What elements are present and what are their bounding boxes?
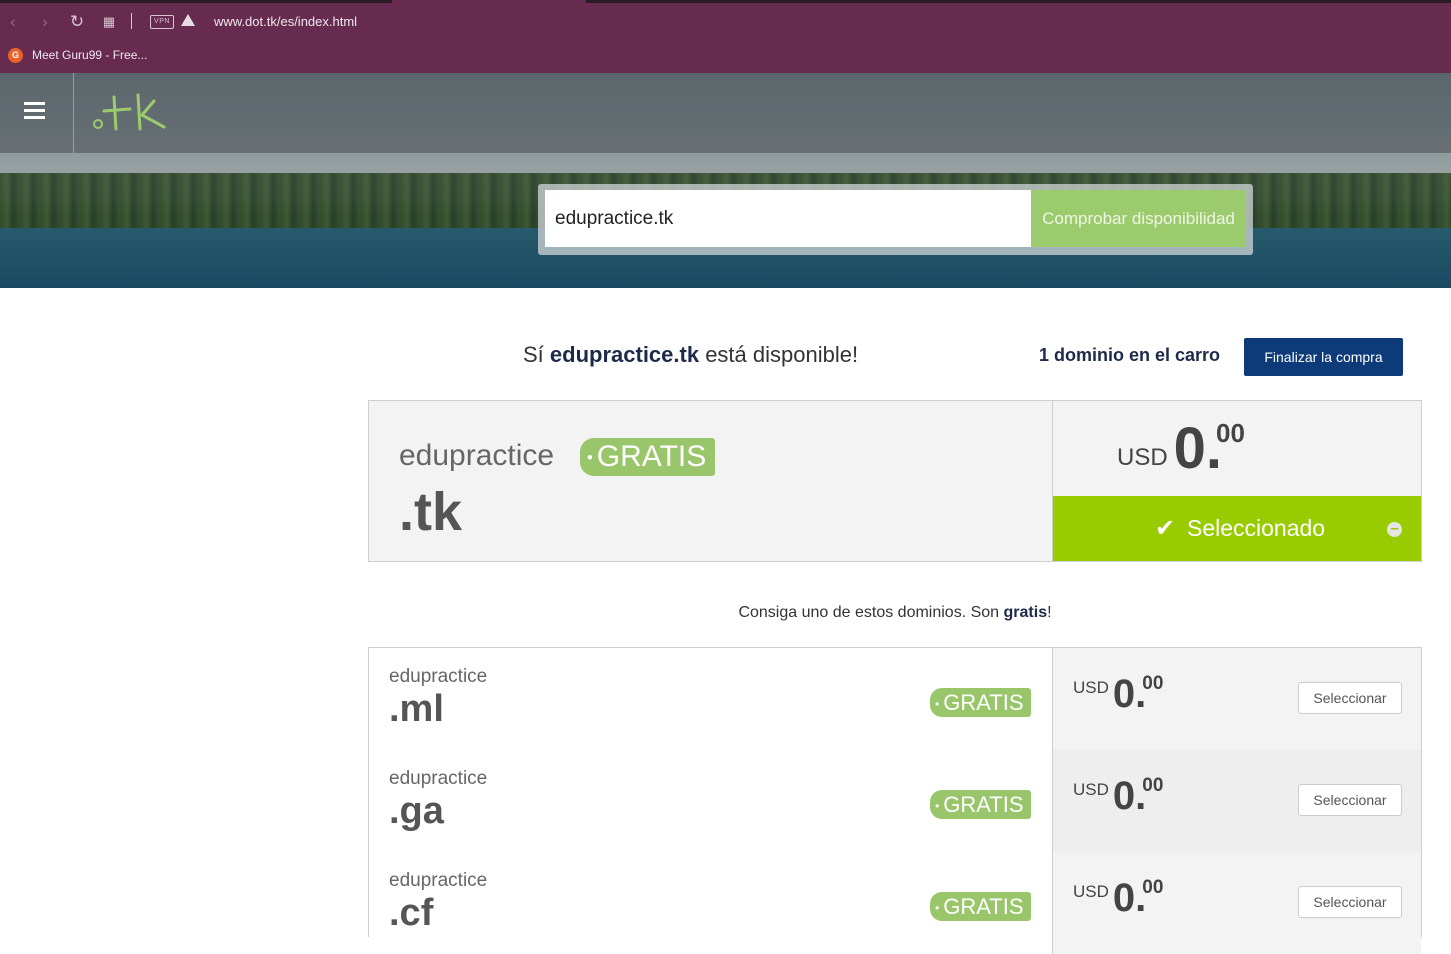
bookmark-link[interactable]: Meet Guru99 - Free... (32, 48, 147, 62)
hamburger-icon[interactable] (24, 102, 45, 120)
price-decimal: 00 (1142, 877, 1164, 898)
price: USD 0.00 (1073, 774, 1163, 819)
list-item: edupractice .ml • GRATIS USD 0.00 Seleccio… (369, 648, 1421, 750)
price-currency: USD (1073, 678, 1109, 697)
price: USD 0.00 (1117, 415, 1245, 482)
selected-label: Seleccionado (1187, 515, 1326, 541)
toolbar-separator (131, 13, 132, 29)
domain-search-input[interactable]: edupractice.tk (545, 190, 1031, 247)
domain-name: edupractice (389, 768, 488, 789)
free-badge: • GRATIS (580, 438, 716, 476)
list-item: edupractice .cf • GRATIS USD 0.00 Seleccio… (369, 852, 1421, 954)
availability-domain: edupractice.tk (549, 342, 700, 367)
domain-tld: .ml (389, 688, 444, 730)
warning-icon[interactable] (181, 14, 195, 26)
price-integer: 0. (1173, 416, 1223, 481)
checkout-button[interactable]: Finalizar la compra (1244, 338, 1403, 376)
badge-dot: • (935, 696, 940, 711)
list-item-info: edupractice .ml • GRATIS (369, 648, 1052, 750)
price-currency: USD (1117, 444, 1168, 471)
badge-dot: • (587, 449, 593, 468)
alternatives-intro-bold: gratis (1003, 604, 1048, 621)
badge-dot: • (935, 900, 940, 915)
price-currency: USD (1073, 882, 1109, 901)
check-icon: ✔ (1155, 515, 1176, 542)
forward-icon[interactable]: › (35, 12, 55, 32)
alternatives-intro-prefix: Consiga uno de estos dominios. Son (738, 604, 1004, 621)
tabs-grid-icon[interactable]: ▦ (99, 12, 119, 32)
list-item-info: edupractice .cf • GRATIS (369, 852, 1052, 954)
tab-strip (0, 0, 1451, 3)
badge-dot: • (935, 798, 940, 813)
list-item-price: USD 0.00 Seleccionar (1052, 750, 1421, 852)
back-icon[interactable]: ‹ (3, 12, 23, 32)
bookmark-favicon-icon: G (8, 48, 23, 63)
selected-domain-info: edupractice • GRATIS .tk (369, 401, 1052, 561)
price: USD 0.00 (1073, 876, 1163, 921)
select-button[interactable]: Seleccionar (1298, 886, 1402, 918)
vpn-badge[interactable]: VPN (150, 15, 174, 29)
price: USD 0.00 (1073, 672, 1163, 717)
free-badge: • GRATIS (930, 790, 1031, 819)
badge-label: GRATIS (943, 792, 1024, 817)
badge-label: GRATIS (943, 690, 1024, 715)
domain-name: edupractice (389, 666, 488, 687)
selected-domain-card: edupractice • GRATIS .tk USD 0.00 ✔ Selecc… (368, 400, 1422, 562)
minus-circle-icon[interactable]: – (1387, 521, 1402, 537)
dot-tk-logo[interactable] (90, 91, 170, 135)
free-badge: • GRATIS (930, 688, 1031, 717)
alternatives-intro: Consiga uno de estos dominios. Son grati… (0, 604, 1451, 622)
domain-search-box: edupractice.tk Comprobar disponibilidad (538, 184, 1253, 255)
domain-tld: .ga (389, 790, 444, 832)
selected-status-button[interactable]: ✔ Seleccionado – (1053, 496, 1421, 561)
price-decimal: 00 (1142, 775, 1164, 796)
availability-prefix: Sí (523, 342, 550, 367)
list-item: edupractice .ga • GRATIS USD 0.00 Seleccio… (369, 750, 1421, 852)
select-button[interactable]: Seleccionar (1298, 784, 1402, 816)
alternatives-intro-suffix: ! (1047, 604, 1052, 621)
price-currency: USD (1073, 780, 1109, 799)
availability-message: Sí edupractice.tk está disponible! (523, 342, 858, 368)
select-button[interactable]: Seleccionar (1298, 682, 1402, 714)
list-item-price: USD 0.00 Seleccionar (1052, 648, 1421, 750)
badge-label: GRATIS (943, 894, 1024, 919)
domain-tld: .tk (399, 482, 463, 542)
active-tab[interactable] (392, 0, 586, 3)
domain-name: edupractice (399, 439, 555, 472)
browser-chrome: ‹ › ↻ ▦ VPN www.dot.tk/es/index.html G M… (0, 0, 1451, 73)
selected-domain-price: USD 0.00 ✔ Seleccionado – (1052, 401, 1421, 561)
price-decimal: 00 (1216, 418, 1245, 448)
check-availability-button[interactable]: Comprobar disponibilidad (1031, 190, 1246, 247)
cart-count: 1 dominio en el carro (1039, 345, 1221, 365)
list-item-info: edupractice .ga • GRATIS (369, 750, 1052, 852)
alternative-domains-list: edupractice .ml • GRATIS USD 0.00 Seleccio… (368, 647, 1422, 954)
address-bar[interactable]: www.dot.tk/es/index.html (214, 14, 357, 29)
price-decimal: 00 (1142, 673, 1164, 694)
header-divider (73, 73, 74, 153)
hero-banner: edupractice.tk Comprobar disponibilidad (0, 73, 1451, 288)
reload-icon[interactable]: ↻ (67, 12, 87, 32)
domain-tld: .cf (389, 892, 434, 934)
list-item-price: USD 0.00 Seleccionar (1052, 852, 1421, 954)
domain-name: edupractice (389, 870, 488, 891)
free-badge: • GRATIS (930, 892, 1031, 921)
availability-suffix: está disponible! (699, 342, 859, 367)
site-header (0, 73, 1451, 153)
badge-label: GRATIS (596, 440, 707, 473)
